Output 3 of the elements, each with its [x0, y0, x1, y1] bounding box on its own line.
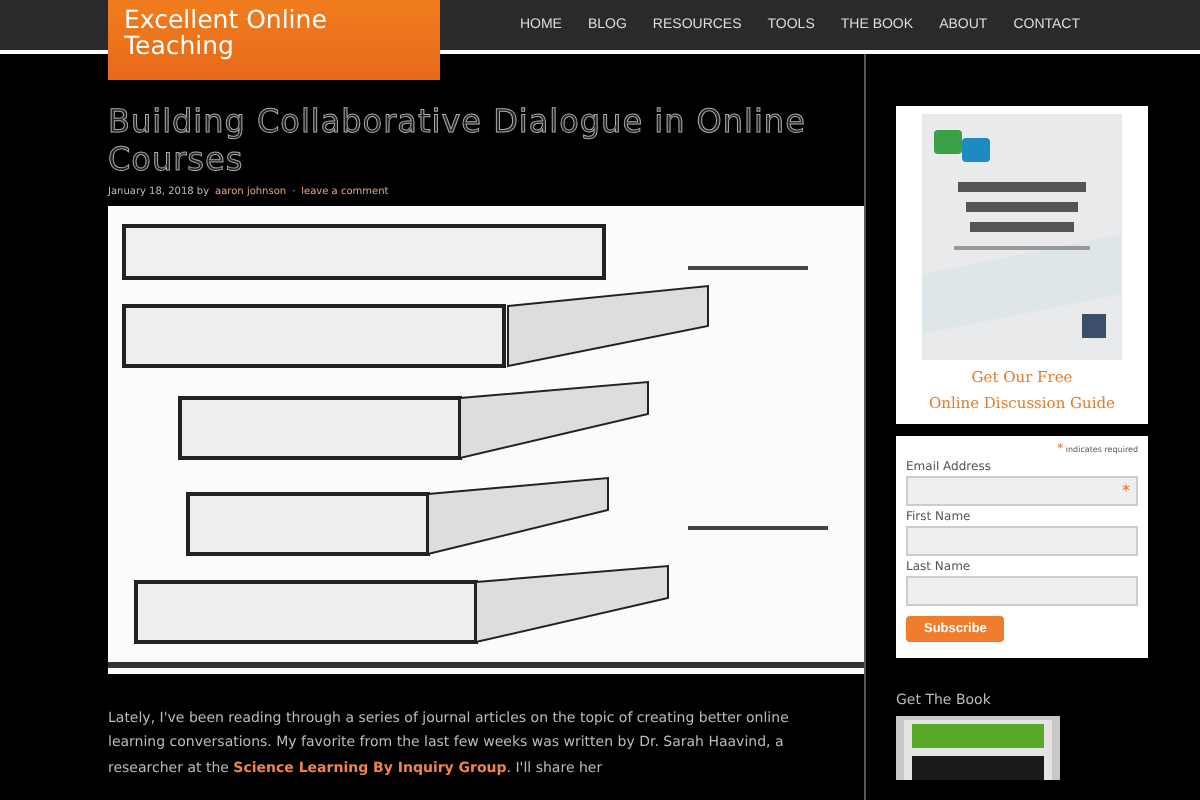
- input-field[interactable]: [906, 576, 1138, 606]
- input-field[interactable]: [906, 526, 1138, 556]
- required-mark: *: [1122, 482, 1130, 500]
